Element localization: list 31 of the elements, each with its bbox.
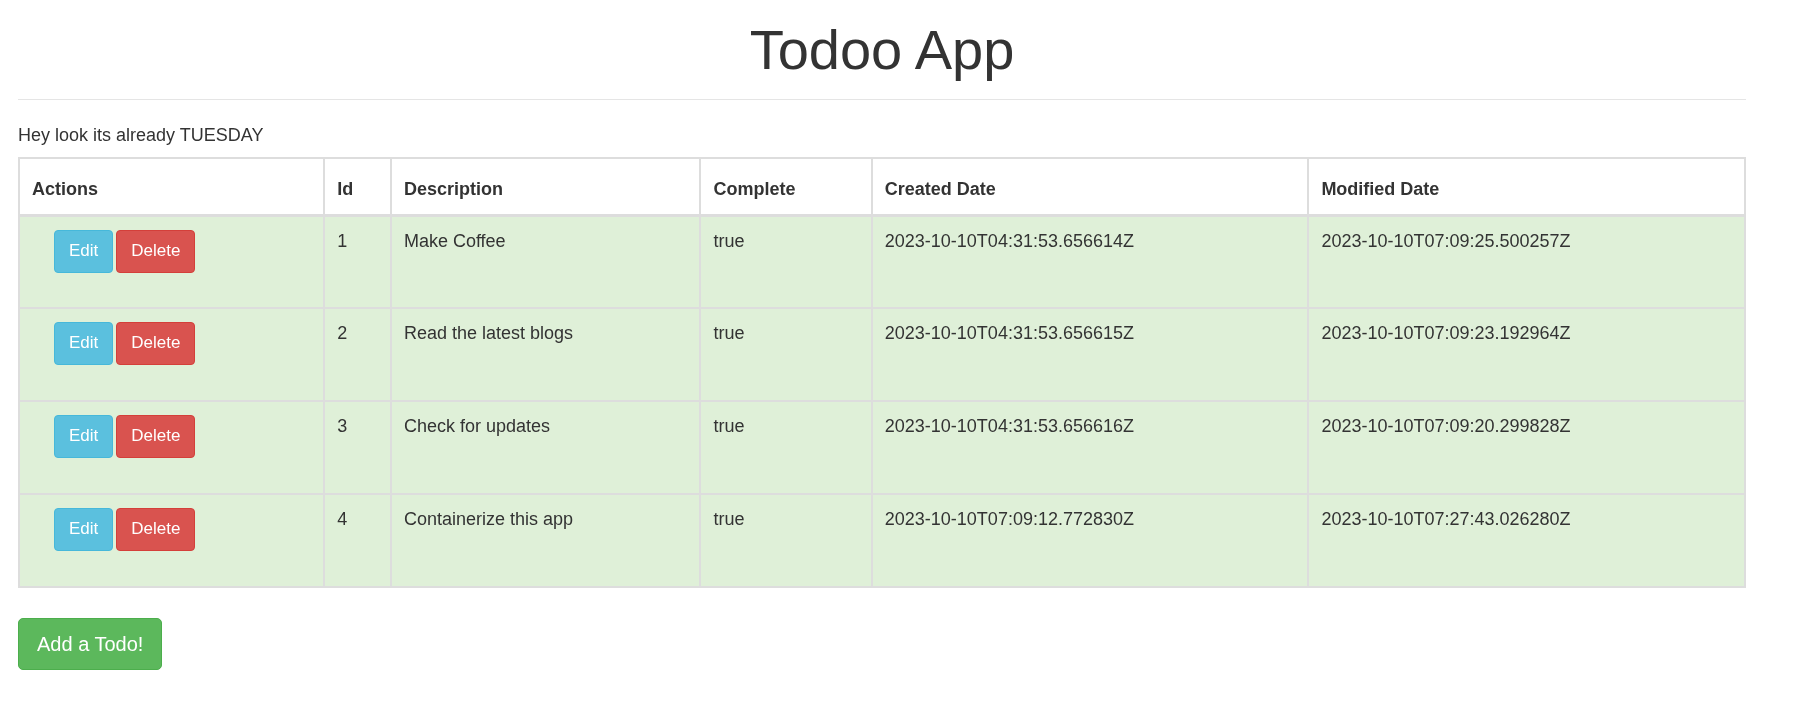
table-cell: 2023-10-10T04:31:53.656615Z — [871, 308, 1309, 402]
add-todo-button[interactable]: Add a Todo! — [18, 618, 163, 671]
table-cell: 3 — [324, 401, 391, 495]
delete-button[interactable]: Delete — [116, 322, 196, 366]
table-cell: 2023-10-10T07:09:20.299828Z — [1308, 401, 1745, 495]
table-cell: 2 — [324, 308, 391, 402]
delete-button[interactable]: Delete — [116, 508, 196, 552]
edit-button[interactable]: Edit — [54, 322, 114, 366]
table-cell: true — [700, 308, 872, 402]
edit-button[interactable]: Edit — [54, 508, 114, 552]
edit-button[interactable]: Edit — [54, 415, 114, 459]
table-cell: true — [700, 215, 872, 309]
table-cell: 1 — [324, 215, 391, 309]
edit-button[interactable]: Edit — [54, 229, 114, 273]
table-cell: 2023-10-10T04:31:53.656614Z — [871, 215, 1309, 309]
page-title: Todoo App — [748, 17, 1016, 83]
table-cell: 2023-10-10T07:27:43.026280Z — [1308, 494, 1745, 588]
day-message: Hey look its already TUESDAY — [18, 124, 265, 148]
table-cell: 2023-10-10T07:09:23.192964Z — [1308, 308, 1745, 402]
table-cell: Containerize this app — [390, 494, 701, 588]
delete-button[interactable]: Delete — [116, 229, 196, 273]
table-cell: true — [700, 401, 872, 495]
table-cell: 2023-10-10T07:09:12.772830Z — [871, 494, 1309, 588]
table-cell: Check for updates — [390, 401, 701, 495]
table-cell: Read the latest blogs — [390, 308, 701, 402]
table-cell: 4 — [324, 494, 391, 588]
table-cell: 2023-10-10T07:09:25.500257Z — [1308, 215, 1745, 309]
table-cell: 2023-10-10T04:31:53.656616Z — [871, 401, 1309, 495]
table-cell: Make Coffee — [390, 215, 701, 309]
table-cell: true — [700, 494, 872, 588]
delete-button[interactable]: Delete — [116, 415, 196, 459]
